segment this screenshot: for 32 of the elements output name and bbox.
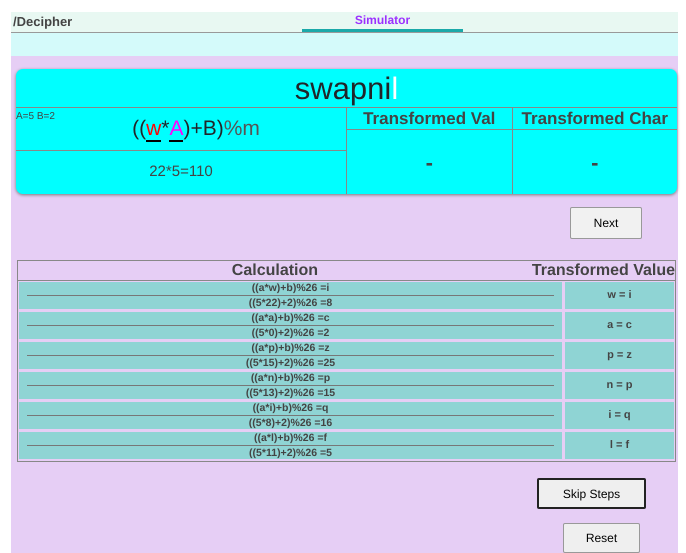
- numeric-line: ((5*8)+2)%26 =16: [248, 417, 332, 429]
- table-cell: w = i: [565, 282, 674, 309]
- key-values: A=5 B=2: [16, 110, 55, 124]
- formula-text: ((w*A)+B)%m: [132, 116, 260, 144]
- column-header: Transformed Char: [522, 109, 668, 128]
- result-value: -: [591, 148, 598, 176]
- table-cell: n = p: [565, 372, 674, 399]
- column-header: Transformed Value: [532, 261, 675, 280]
- result-value: -: [426, 148, 433, 176]
- formula-line: ((a*l)+b)%26 =f: [254, 432, 327, 444]
- numeric-line: ((5*0)+2)%26 =2: [252, 327, 330, 339]
- formula-line: ((a*p)+b)%26 =z: [251, 342, 330, 354]
- formula-line: ((a*a)+b)%26 =c: [251, 312, 330, 324]
- table-cell: p = z: [565, 342, 674, 369]
- formula-line: ((a*w)+b)%26 =i: [252, 282, 330, 294]
- numeric-line: ((5*15)+2)%26 =25: [246, 357, 336, 369]
- numeric-line: ((5*13)+2)%26 =15: [246, 387, 336, 399]
- column-header: Calculation: [230, 261, 320, 280]
- formula-line: ((a*i)+b)%26 =q: [252, 402, 328, 414]
- reset-button[interactable]: Reset: [563, 523, 640, 553]
- table-cell: a = c: [565, 312, 674, 339]
- word-display: swapnil: [16, 69, 677, 108]
- numeric-line: ((5*22)+2)%26 =8: [248, 297, 332, 309]
- product-text: 22*5=110: [149, 162, 213, 182]
- next-button[interactable]: Next: [570, 207, 642, 239]
- skip-steps-button[interactable]: Skip Steps: [537, 478, 646, 509]
- numeric-line: ((5*11)+2)%26 =5: [249, 447, 332, 459]
- nav-link[interactable]: /Decipher: [11, 12, 72, 32]
- column-header: Transformed Val: [363, 109, 496, 128]
- table-cell: l = f: [565, 432, 674, 459]
- formula-line: ((a*n)+b)%26 =p: [250, 372, 330, 384]
- table-cell: i = q: [565, 402, 674, 429]
